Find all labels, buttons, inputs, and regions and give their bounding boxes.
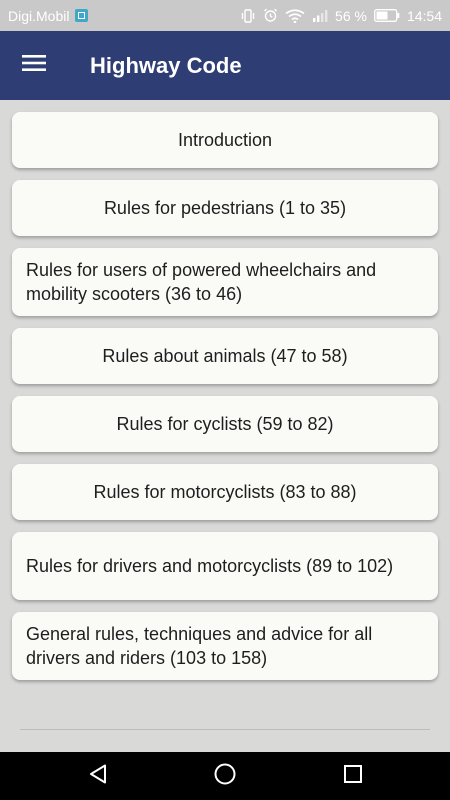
section-label: Rules for cyclists (59 to 82)	[116, 414, 334, 434]
section-powered-wheelchairs[interactable]: Rules for users of powered wheelchairs a…	[12, 248, 438, 316]
battery-percent: 56 %	[335, 7, 367, 24]
section-label: Rules for drivers and motorcyclists (89 …	[26, 556, 394, 576]
menu-button[interactable]	[0, 31, 68, 100]
home-circle-icon	[213, 762, 237, 791]
section-motorcyclists[interactable]: Rules for motorcyclists (83 to 88)	[12, 464, 438, 520]
app-bar: Highway Code	[0, 31, 450, 100]
recents-button[interactable]	[323, 752, 383, 800]
clock: 14:54	[406, 7, 442, 24]
section-list: Introduction Rules for pedestrians (1 to…	[12, 112, 438, 692]
section-drivers-motorcyclists[interactable]: Rules for drivers and motorcyclists (89 …	[12, 532, 438, 600]
carrier-info: Digi.Mobil	[8, 7, 89, 24]
battery-icon	[374, 9, 400, 22]
section-label: General rules, techniques and advice for…	[26, 624, 373, 668]
signal-icon	[312, 9, 328, 22]
section-introduction[interactable]: Introduction	[12, 112, 438, 168]
navigation-bar	[0, 752, 450, 800]
section-label: Rules for motorcyclists (83 to 88)	[93, 482, 357, 502]
section-label: Introduction	[177, 130, 273, 150]
alarm-icon	[263, 8, 278, 23]
home-button[interactable]	[195, 752, 255, 800]
section-cyclists[interactable]: Rules for cyclists (59 to 82)	[12, 396, 438, 452]
notification-icon	[75, 9, 89, 22]
page-title: Highway Code	[90, 52, 242, 78]
status-bar: Digi.Mobil 56 % 14:54	[0, 0, 450, 31]
carrier-name: Digi.Mobil	[8, 7, 70, 24]
hamburger-menu-icon	[22, 54, 46, 77]
section-pedestrians[interactable]: Rules for pedestrians (1 to 35)	[12, 180, 438, 236]
vibrate-icon	[240, 8, 256, 23]
recents-square-icon	[342, 763, 364, 790]
section-label: Rules for users of powered wheelchairs a…	[26, 260, 377, 304]
back-button[interactable]	[68, 752, 128, 800]
list-divider	[20, 729, 430, 730]
section-general-rules[interactable]: General rules, techniques and advice for…	[12, 612, 438, 680]
section-label: Rules about animals (47 to 58)	[102, 346, 348, 366]
status-icons: 56 % 14:54	[240, 8, 442, 24]
back-triangle-icon	[87, 763, 109, 790]
wifi-icon	[285, 8, 305, 23]
section-animals[interactable]: Rules about animals (47 to 58)	[12, 328, 438, 384]
section-label: Rules for pedestrians (1 to 35)	[103, 198, 347, 218]
